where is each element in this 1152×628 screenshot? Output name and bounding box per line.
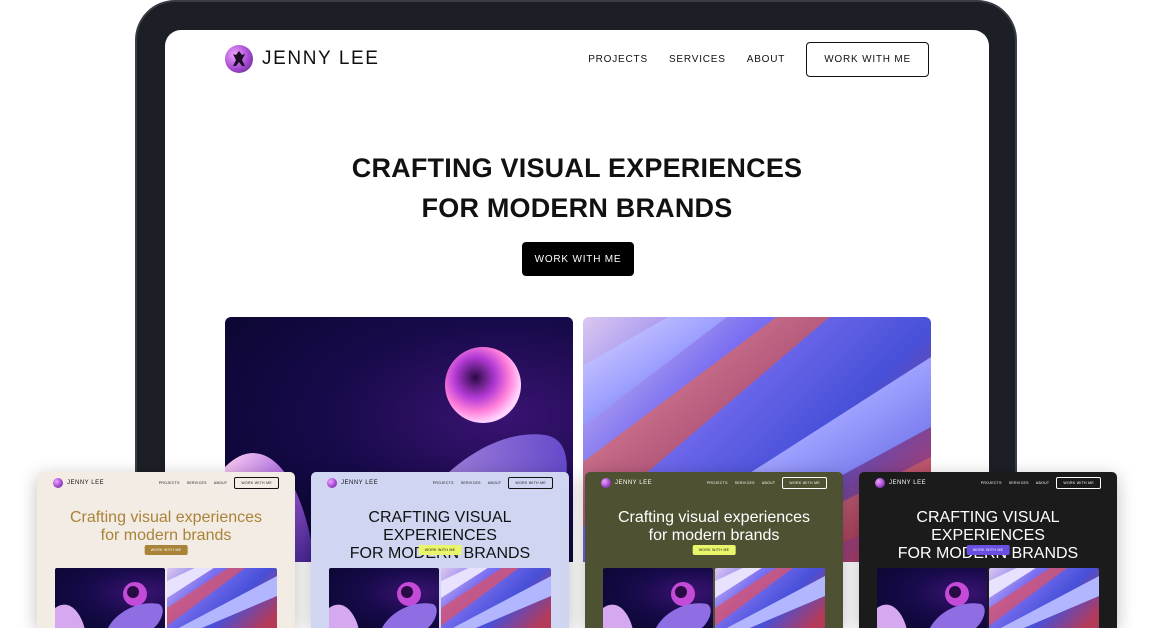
preview-hero-button[interactable]: WORK WITH ME bbox=[418, 545, 462, 555]
preview-card-orb bbox=[877, 568, 987, 628]
preview-nav: PROJECTS SERVICES ABOUT WORK WITH ME bbox=[433, 477, 553, 489]
preview-logo-figure-icon bbox=[875, 478, 885, 488]
preview-nav-services[interactable]: SERVICES bbox=[1009, 481, 1029, 485]
preview-hero-title-line-1: Crafting visual experiences bbox=[69, 509, 263, 526]
preview-card-ribbons bbox=[167, 568, 277, 628]
preview-nav-projects[interactable]: PROJECTS bbox=[707, 481, 728, 485]
nav-projects[interactable]: PROJECTS bbox=[588, 54, 648, 65]
showcase-canvas: JENNY LEE PROJECTS SERVICES ABOUT WORK W… bbox=[0, 0, 1152, 628]
hero-title: CRAFTING VISUAL EXPERIENCES FOR MODERN B… bbox=[165, 148, 989, 228]
preview-nav-cta[interactable]: WORK WITH ME bbox=[234, 477, 279, 489]
preview-nav: PROJECTS SERVICES ABOUT WORK WITH ME bbox=[707, 477, 827, 489]
logo-figure-icon bbox=[225, 45, 253, 73]
preview-hero-title-line-1: CRAFTING VISUAL EXPERIENCES bbox=[916, 509, 1060, 544]
preview-card-ribbons bbox=[441, 568, 551, 628]
preview-logo-text: JENNY LEE bbox=[341, 480, 379, 486]
theme-preview-dark[interactable]: JENNY LEE PROJECTS SERVICES ABOUT WORK W… bbox=[859, 472, 1117, 628]
preview-logo-text: JENNY LEE bbox=[67, 480, 105, 486]
primary-nav: PROJECTS SERVICES ABOUT WORK WITH ME bbox=[588, 41, 929, 77]
preview-logo-figure-icon bbox=[327, 478, 337, 488]
preview-nav-projects[interactable]: PROJECTS bbox=[981, 481, 1002, 485]
theme-preview-olive[interactable]: JENNY LEE PROJECTS SERVICES ABOUT WORK W… bbox=[585, 472, 843, 628]
preview-nav: PROJECTS SERVICES ABOUT WORK WITH ME bbox=[159, 477, 279, 489]
preview-hero-title-line-2: for modern brands bbox=[648, 527, 780, 544]
preview-nav-cta[interactable]: WORK WITH ME bbox=[782, 477, 827, 489]
preview-card-orb bbox=[603, 568, 713, 628]
preview-logo[interactable]: JENNY LEE bbox=[875, 478, 926, 488]
preview-header: JENNY LEE PROJECTS SERVICES ABOUT WORK W… bbox=[53, 476, 279, 490]
preview-logo-figure-icon bbox=[601, 478, 611, 488]
preview-nav-services[interactable]: SERVICES bbox=[735, 481, 755, 485]
preview-header: JENNY LEE PROJECTS SERVICES ABOUT WORK W… bbox=[875, 476, 1101, 490]
preview-logo[interactable]: JENNY LEE bbox=[601, 478, 652, 488]
preview-card-orb bbox=[329, 568, 439, 628]
nav-services[interactable]: SERVICES bbox=[669, 54, 726, 65]
preview-hero-button[interactable]: WORK WITH ME bbox=[144, 545, 188, 555]
preview-nav-about[interactable]: ABOUT bbox=[762, 481, 776, 485]
nav-work-with-me-button[interactable]: WORK WITH ME bbox=[806, 41, 929, 77]
preview-header: JENNY LEE PROJECTS SERVICES ABOUT WORK W… bbox=[601, 476, 827, 490]
preview-nav-cta[interactable]: WORK WITH ME bbox=[508, 477, 553, 489]
hero-work-with-me-button[interactable]: WORK WITH ME bbox=[522, 242, 634, 276]
preview-nav-about[interactable]: ABOUT bbox=[488, 481, 502, 485]
preview-hero-title-line-1: Crafting visual experiences bbox=[617, 509, 811, 526]
hero-title-line-1: CRAFTING VISUAL EXPERIENCES bbox=[351, 153, 803, 183]
preview-card-ribbons bbox=[715, 568, 825, 628]
hero-title-line-2: FOR MODERN BRANDS bbox=[421, 193, 733, 223]
nav-about[interactable]: ABOUT bbox=[747, 54, 785, 65]
preview-logo[interactable]: JENNY LEE bbox=[327, 478, 378, 488]
theme-preview-lavender[interactable]: JENNY LEE PROJECTS SERVICES ABOUT WORK W… bbox=[311, 472, 569, 628]
preview-hero-title-line-2: for modern brands bbox=[100, 527, 232, 544]
preview-logo-text: JENNY LEE bbox=[615, 480, 653, 486]
preview-nav-services[interactable]: SERVICES bbox=[461, 481, 481, 485]
preview-logo-text: JENNY LEE bbox=[889, 480, 927, 486]
preview-hero-button[interactable]: WORK WITH ME bbox=[692, 545, 736, 555]
preview-nav-about[interactable]: ABOUT bbox=[1036, 481, 1050, 485]
site-header: JENNY LEE PROJECTS SERVICES ABOUT WORK W… bbox=[225, 41, 929, 77]
preview-hero-title-line-1: CRAFTING VISUAL EXPERIENCES bbox=[368, 509, 512, 544]
preview-hero-title: Crafting visual experiences for modern b… bbox=[37, 509, 295, 545]
preview-nav-projects[interactable]: PROJECTS bbox=[433, 481, 454, 485]
theme-preview-beige[interactable]: JENNY LEE PROJECTS SERVICES ABOUT WORK W… bbox=[37, 472, 295, 628]
preview-nav-cta[interactable]: WORK WITH ME bbox=[1056, 477, 1101, 489]
preview-logo[interactable]: JENNY LEE bbox=[53, 478, 104, 488]
preview-nav: PROJECTS SERVICES ABOUT WORK WITH ME bbox=[981, 477, 1101, 489]
preview-hero-title: Crafting visual experiences for modern b… bbox=[585, 509, 843, 545]
preview-logo-figure-icon bbox=[53, 478, 63, 488]
preview-nav-projects[interactable]: PROJECTS bbox=[159, 481, 180, 485]
preview-card-ribbons bbox=[989, 568, 1099, 628]
preview-header: JENNY LEE PROJECTS SERVICES ABOUT WORK W… bbox=[327, 476, 553, 490]
preview-nav-services[interactable]: SERVICES bbox=[187, 481, 207, 485]
logo-text: JENNY LEE bbox=[262, 48, 380, 69]
preview-nav-about[interactable]: ABOUT bbox=[214, 481, 228, 485]
preview-hero-button[interactable]: WORK WITH ME bbox=[966, 545, 1010, 555]
preview-card-orb bbox=[55, 568, 165, 628]
site-logo[interactable]: JENNY LEE bbox=[225, 45, 380, 73]
